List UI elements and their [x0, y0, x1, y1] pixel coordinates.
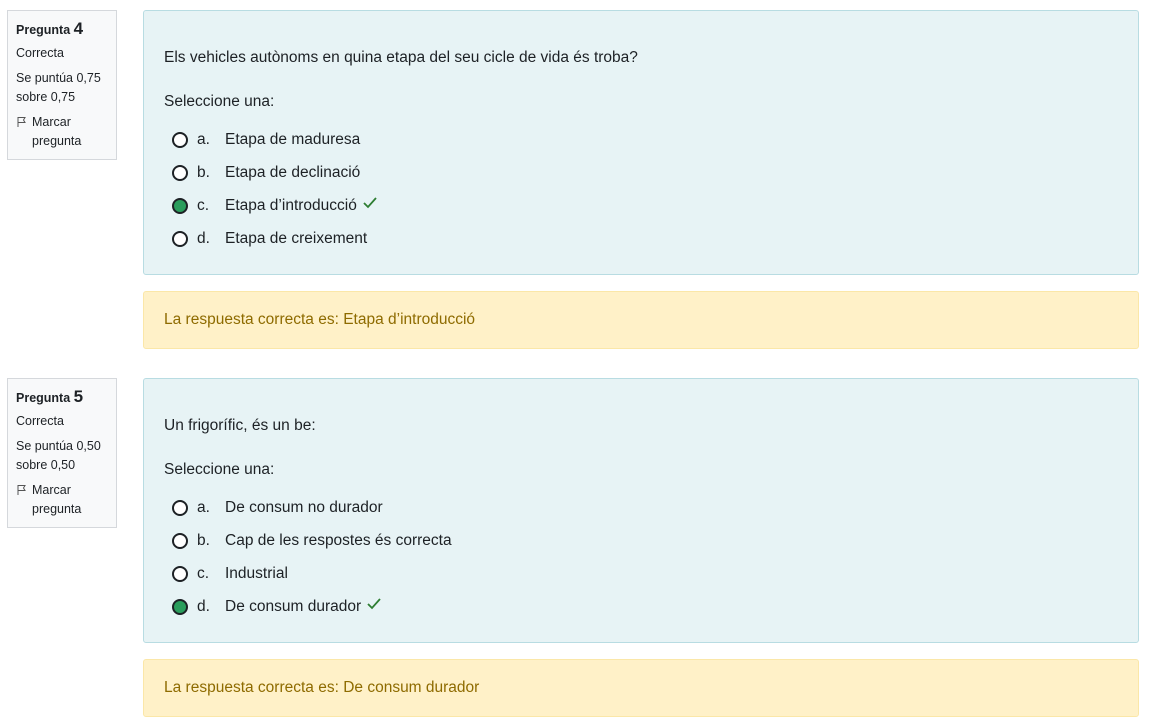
answer-option-c[interactable]: c. Industrial [164, 557, 1118, 590]
radio-button[interactable] [172, 532, 188, 549]
correct-answer-feedback-4: La respuesta correcta es: Etapa d’introd… [143, 291, 1139, 349]
radio-button[interactable] [172, 164, 188, 181]
answer-letter: b. [197, 163, 210, 181]
question-state: Correcta [16, 46, 64, 60]
check-icon [367, 597, 381, 609]
flag-question-link[interactable]: Marcar pregunta [16, 113, 108, 151]
question-content-4: Els vehicles autònoms en quina etapa del… [143, 10, 1139, 275]
radio-button[interactable] [172, 131, 188, 148]
answer-text: Cap de les respostes és correcta [225, 531, 452, 549]
answer-list: a. De consum no durador b. Cap de les re… [164, 491, 1118, 623]
correct-answer-feedback-5: La respuesta correcta es: De consum dura… [143, 659, 1139, 717]
answer-option-a[interactable]: a. Etapa de maduresa [164, 123, 1118, 156]
question-text: Els vehicles autònoms en quina etapa del… [164, 49, 638, 66]
answer-option-c[interactable]: c. Etapa d’introducció [164, 189, 1118, 222]
answer-text: Industrial [225, 564, 288, 582]
answer-text: Etapa de declinació [225, 163, 361, 181]
question-info-5: Pregunta 5 Correcta Se puntúa 0,50 sobre… [7, 378, 117, 528]
answer-list: a. Etapa de maduresa b. Etapa de declina… [164, 123, 1118, 255]
answer-letter: b. [197, 531, 210, 549]
question-text: Un frigorífic, és un be: [164, 417, 316, 434]
flag-question-link[interactable]: Marcar pregunta [16, 481, 108, 519]
answer-text: De consum durador [225, 597, 362, 615]
question-number-line: Pregunta 4 [16, 19, 108, 40]
question-content-5: Un frigorífic, és un be: Seleccione una:… [143, 378, 1139, 643]
answer-letter: a. [197, 498, 210, 516]
question-info-4: Pregunta 4 Correcta Se puntúa 0,75 sobre… [7, 10, 117, 160]
question-number-line: Pregunta 5 [16, 387, 108, 408]
answer-text: De consum no durador [225, 498, 383, 516]
question-number: 4 [73, 19, 84, 38]
radio-button[interactable] [172, 230, 188, 247]
answer-letter: c. [197, 196, 210, 214]
answer-option-b[interactable]: b. Etapa de declinació [164, 156, 1118, 189]
flag-icon [16, 115, 28, 127]
answer-prompt: Seleccione una: [164, 461, 275, 478]
check-icon [363, 196, 377, 208]
radio-button-selected[interactable] [172, 598, 188, 615]
answer-letter: c. [197, 564, 210, 582]
answer-text: Etapa de maduresa [225, 130, 361, 148]
question-state: Correcta [16, 414, 64, 428]
answer-option-b[interactable]: b. Cap de les respostes és correcta [164, 524, 1118, 557]
answer-text: Etapa de creixement [225, 229, 368, 247]
answer-option-a[interactable]: a. De consum no durador [164, 491, 1118, 524]
question-label: Pregunta [16, 391, 71, 405]
answer-letter: a. [197, 130, 210, 148]
answer-text: Etapa d’introducció [225, 196, 357, 214]
question-label: Pregunta [16, 23, 71, 37]
question-grade: Se puntúa 0,50 sobre 0,50 [16, 439, 101, 472]
flag-question-label: Marcar pregunta [32, 115, 82, 148]
radio-button-selected[interactable] [172, 197, 188, 214]
flag-question-label: Marcar pregunta [32, 483, 82, 516]
question-grade: Se puntúa 0,75 sobre 0,75 [16, 71, 101, 104]
radio-button[interactable] [172, 499, 188, 516]
answer-option-d[interactable]: d. De consum durador [164, 590, 1118, 623]
answer-prompt: Seleccione una: [164, 93, 275, 110]
answer-option-d[interactable]: d. Etapa de creixement [164, 222, 1118, 255]
answer-letter: d. [197, 597, 210, 615]
flag-icon [16, 483, 28, 495]
question-number: 5 [73, 387, 84, 406]
answer-letter: d. [197, 229, 210, 247]
radio-button[interactable] [172, 565, 188, 582]
